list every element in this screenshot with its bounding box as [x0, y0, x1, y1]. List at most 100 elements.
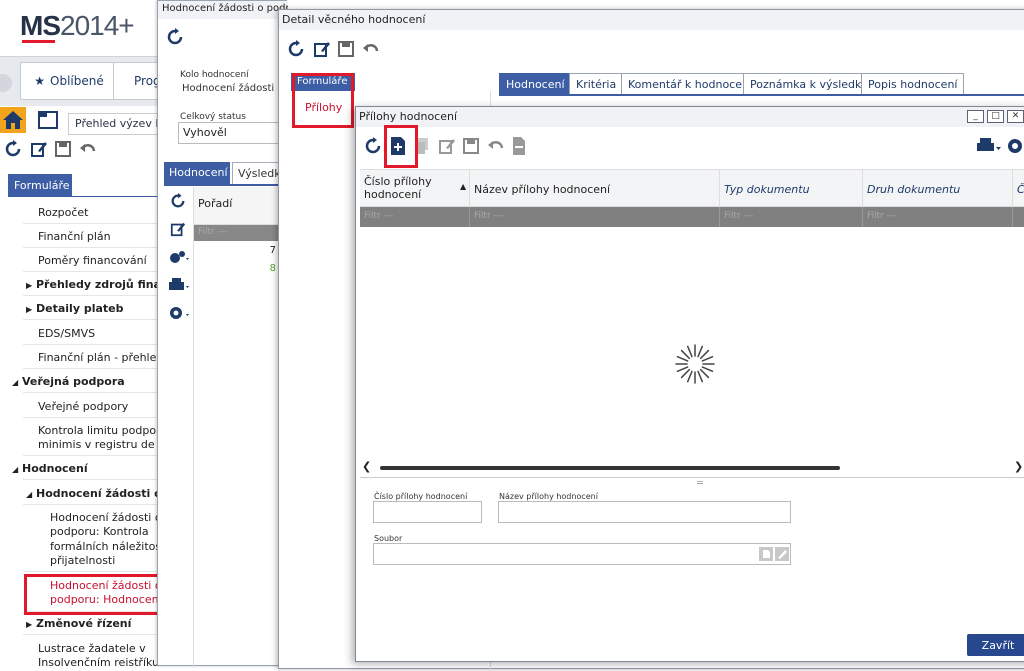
tree-item-financni-plan-prehled[interactable]: Finanční plán - přehled	[38, 351, 158, 364]
tree-item-eds[interactable]: EDS/SMVS	[38, 327, 158, 340]
undo-icon[interactable]	[78, 140, 96, 158]
tree-item-kontrola-1[interactable]: Hodnocení žádosti o	[50, 511, 158, 524]
filter-typ[interactable]: Filtr ---	[720, 207, 863, 227]
table-row[interactable]: 7	[194, 245, 276, 256]
save-icon[interactable]	[337, 40, 355, 58]
column-nazev[interactable]: Název přílohy hodnocení	[470, 170, 720, 208]
left-toolbar	[4, 140, 104, 160]
tree-item-kontrola-4[interactable]: přijatelnosti	[50, 554, 158, 567]
favorites-button[interactable]: ★ Oblíbené	[20, 62, 118, 100]
expand-arrow-icon: ▶	[26, 620, 33, 629]
filter-row: Filtr --- Filtr --- Filtr --- Filtr ---	[360, 207, 1024, 227]
settings-icon[interactable]	[168, 305, 190, 321]
save-icon	[463, 138, 479, 154]
tree-group-zmenove-rizeni[interactable]: ▶ Změnové řízení	[26, 617, 158, 630]
new-tab-button[interactable]	[35, 107, 61, 133]
close-window-button[interactable]: ✕	[1007, 110, 1024, 123]
tree-group-verejna-podpora[interactable]: ◢ Veřejná podpora	[12, 375, 158, 388]
tree-group-prehledy[interactable]: ▶Přehledy zdrojů financov	[26, 278, 158, 291]
pencil-icon[interactable]	[775, 547, 789, 561]
tree-item-kontrola-limitu[interactable]: Kontrola limitu podpory de	[38, 424, 158, 437]
tree-item-verejne-podpory[interactable]: Veřejné podpory	[38, 400, 158, 413]
loading-spinner-icon	[675, 344, 715, 384]
home-button[interactable]	[0, 107, 26, 133]
panel-splitter[interactable]: ═	[360, 477, 1024, 493]
tree-group-label: Hodnocení žádosti o pod	[36, 487, 158, 500]
print-icon[interactable]	[976, 137, 1002, 155]
filter-druh[interactable]: Filtr ---	[863, 207, 1013, 227]
undo-icon[interactable]	[361, 40, 379, 58]
tree-divider	[23, 247, 158, 248]
gears-icon[interactable]	[168, 249, 190, 265]
tree-group-label: Detaily plateb	[36, 302, 124, 315]
cislo-input[interactable]	[373, 501, 482, 523]
scroll-left-icon[interactable]: ❮	[362, 460, 371, 473]
filter-nazev[interactable]: Filtr ---	[470, 207, 720, 227]
tree-item-pomery[interactable]: Poměry financování	[38, 254, 158, 267]
refresh-icon[interactable]	[166, 28, 184, 46]
tree-group-hodnoceni[interactable]: ◢ Hodnocení	[12, 462, 158, 475]
print-icon[interactable]	[168, 277, 190, 293]
tree-item-rozpocet[interactable]: Rozpočet	[38, 206, 158, 219]
tab-underline	[499, 94, 1024, 96]
save-icon[interactable]	[54, 140, 72, 158]
grid-filter[interactable]: Filtr ---	[194, 225, 288, 241]
table-row[interactable]: 8	[194, 263, 276, 274]
tab-hodnoceni[interactable]: Hodnocení	[164, 162, 230, 184]
settings-icon[interactable]	[1006, 137, 1024, 155]
highlight-box	[384, 125, 418, 168]
status-field[interactable]: Vyhověl	[178, 122, 290, 144]
horizontal-scrollbar[interactable]: ❮ ❯	[362, 460, 1024, 474]
refresh-icon[interactable]	[287, 40, 305, 58]
tree-item-kontrola-3[interactable]: formálních náležitostí	[50, 540, 158, 553]
refresh-icon[interactable]	[364, 137, 382, 155]
tab-poznamka[interactable]: Poznámka k výsledku	[743, 73, 876, 95]
column-cislo[interactable]: Číslo přílohy hodnocení ▲	[360, 170, 470, 208]
soubor-input[interactable]	[373, 543, 791, 565]
tab-komentar[interactable]: Komentář k hodnocení	[621, 73, 760, 95]
evaluation-window: Hodnocení žádosti o podporu: Hodnocení v…	[157, 0, 299, 667]
breadcrumb[interactable]: Přehled výzev MA	[68, 113, 163, 135]
minimize-button[interactable]: _	[967, 110, 984, 123]
file-icon[interactable]	[759, 547, 773, 561]
maximize-button[interactable]: □	[987, 110, 1004, 123]
tree-group-label: Hodnocení	[22, 462, 88, 475]
refresh-icon[interactable]	[4, 140, 22, 158]
collapse-arrow-icon: ◢	[12, 465, 19, 474]
filter-cislo[interactable]: Filtr ---	[360, 207, 470, 227]
window-title: Detail věcného hodnocení	[279, 10, 1024, 30]
forms-tab[interactable]: Formuláře	[8, 174, 72, 196]
tree-item-kontrola-2[interactable]: podporu: Kontrola	[50, 525, 158, 538]
edit-icon[interactable]	[313, 40, 331, 58]
tree-divider	[23, 571, 158, 572]
nazev-label: Název přílohy hodnocení	[499, 492, 598, 501]
close-button[interactable]: Zavřít	[967, 634, 1024, 656]
nazev-input[interactable]	[498, 501, 791, 523]
tab-hodnoceni[interactable]: Hodnocení	[499, 73, 572, 95]
edit-icon[interactable]	[30, 140, 48, 158]
app-logo[interactable]: MS2014+	[20, 10, 135, 42]
tree-item-kontrola-limitu-2[interactable]: minimis v registru de min	[38, 438, 158, 451]
dialog-title: Přílohy hodnocení	[356, 107, 1024, 127]
column-druh[interactable]: Druh dokumentu	[863, 170, 1013, 208]
star-icon: ★	[34, 74, 46, 88]
column-more[interactable]: Č	[1013, 170, 1024, 208]
edit-icon[interactable]	[170, 221, 186, 237]
tree-item-lustrace-2[interactable]: Insolvenčním rejstříku	[38, 656, 158, 666]
grid-header-poradi[interactable]: Pořadí	[194, 187, 288, 225]
edit-icon	[439, 139, 455, 154]
column-label: Č	[1017, 182, 1024, 196]
tree-item-lustrace-1[interactable]: Lustrace žadatele v	[38, 642, 158, 655]
refresh-icon[interactable]	[170, 193, 186, 209]
column-typ[interactable]: Typ dokumentu	[720, 170, 863, 208]
tree-group-hodnoceni-zadosti[interactable]: ◢Hodnocení žádosti o pod	[26, 487, 158, 500]
tab-popis[interactable]: Popis hodnocení	[861, 73, 965, 95]
status-label: Celkový status	[180, 112, 246, 122]
scroll-right-icon[interactable]: ❯	[1014, 460, 1023, 473]
tab-kriteria[interactable]: Kritéria	[569, 73, 624, 95]
scroll-thumb[interactable]	[380, 466, 840, 470]
expand-arrow-icon: ▶	[26, 305, 33, 314]
column-label: Typ dokumentu	[724, 182, 810, 196]
tree-group-detaily-plateb[interactable]: ▶ Detaily plateb	[26, 302, 158, 315]
tree-item-financni-plan[interactable]: Finanční plán	[38, 230, 158, 243]
